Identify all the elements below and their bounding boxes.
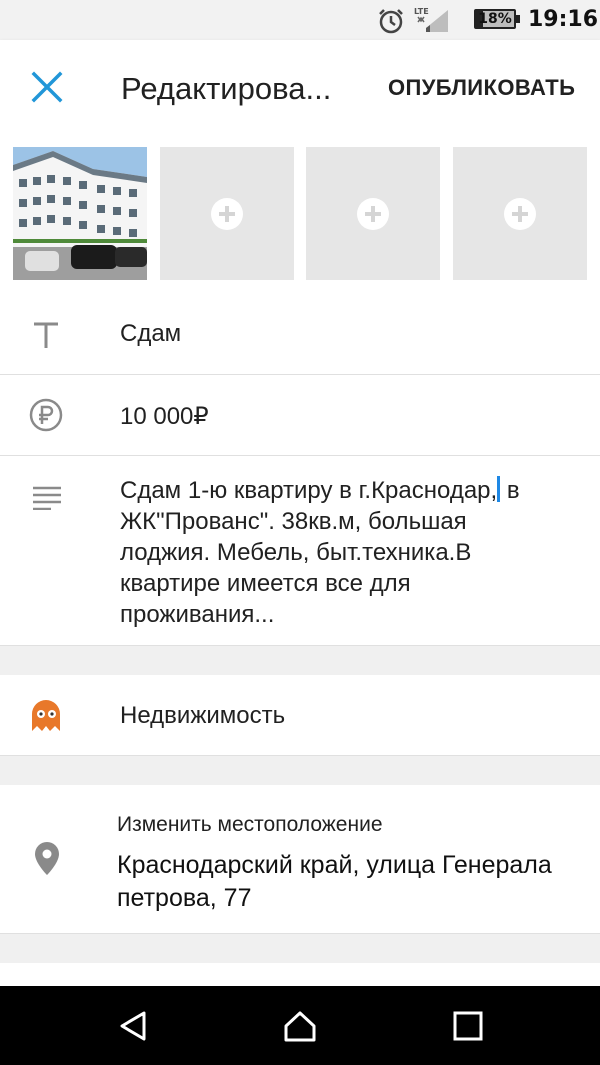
divider xyxy=(0,933,600,934)
recents-icon[interactable] xyxy=(450,1010,486,1042)
price-field[interactable]: 10 000₽ xyxy=(0,375,600,455)
price-value[interactable]: 10 000₽ xyxy=(120,402,209,431)
description-lines-icon xyxy=(33,486,61,510)
category-ghost-icon xyxy=(32,700,60,731)
back-icon[interactable] xyxy=(116,1010,152,1042)
add-photo-slot[interactable] xyxy=(160,147,294,280)
publish-button[interactable]: ОПУБЛИКОВАТЬ xyxy=(388,75,575,101)
building-photo xyxy=(13,147,147,280)
divider xyxy=(0,645,600,646)
status-bar: LTE 18% 19:16 xyxy=(0,0,600,40)
location-value[interactable]: Краснодарский край, улица Генерала петро… xyxy=(117,849,587,915)
divider xyxy=(0,755,600,756)
description-field[interactable]: Сдам 1-ю квартиру в г.Краснодар, в ЖК"Пр… xyxy=(0,456,600,645)
location-pin-icon xyxy=(35,842,59,875)
battery-indicator: 18% xyxy=(474,9,520,29)
add-photo-icon xyxy=(211,198,243,230)
description-value[interactable]: Сдам 1-ю квартиру в г.Краснодар, в ЖК"Пр… xyxy=(120,475,575,630)
app-bar: Редактирова... ОПУБЛИКОВАТЬ xyxy=(0,40,600,134)
photo-gallery xyxy=(0,134,600,294)
category-value[interactable]: Недвижимость xyxy=(120,702,285,730)
navigation-bar xyxy=(0,986,600,1065)
signal-icon: LTE xyxy=(414,7,448,32)
ruble-icon xyxy=(29,398,63,432)
clock: 19:16 xyxy=(528,7,599,32)
title-value[interactable]: Сдам xyxy=(120,320,181,348)
location-field[interactable]: Изменить местоположение Краснодарский кр… xyxy=(0,785,600,933)
description-text-start: Сдам 1-ю квартиру в г.Краснодар, xyxy=(120,477,498,504)
add-photo-slot[interactable] xyxy=(453,147,587,280)
add-photo-icon xyxy=(504,198,536,230)
add-photo-slot[interactable] xyxy=(306,147,440,280)
text-title-icon xyxy=(34,322,58,348)
network-type-label: LTE xyxy=(414,7,429,16)
title-field[interactable]: Сдам xyxy=(0,294,600,374)
location-label: Изменить местоположение xyxy=(117,813,383,836)
category-field[interactable]: Недвижимость xyxy=(0,675,600,755)
alarm-icon xyxy=(379,9,403,34)
close-icon[interactable] xyxy=(28,68,66,106)
add-photo-icon xyxy=(357,198,389,230)
next-section xyxy=(0,963,600,986)
home-icon[interactable] xyxy=(282,1010,318,1042)
photo-thumbnail[interactable] xyxy=(13,147,147,280)
page-title: Редактирова... xyxy=(121,71,332,106)
